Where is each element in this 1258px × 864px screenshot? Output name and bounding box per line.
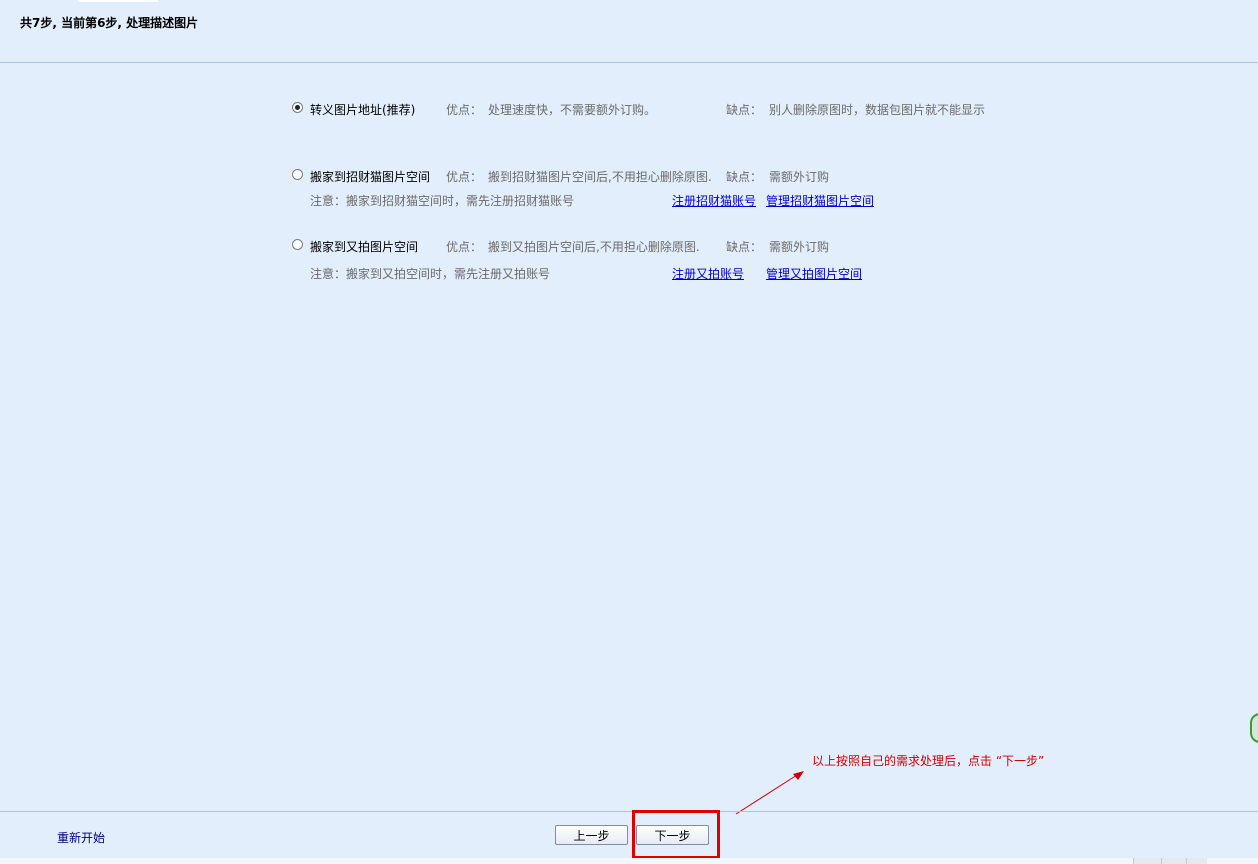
status-bar <box>0 858 1258 864</box>
status-cell <box>1186 858 1207 864</box>
restart-link[interactable]: 重新开始 <box>57 829 105 846</box>
annotation-arrow-icon <box>735 771 804 815</box>
next-button-highlight <box>632 810 720 859</box>
wizard-page: 共7步, 当前第6步, 处理描述图片 转义图片地址(推荐) 优点： 处理速度快，… <box>0 0 1258 864</box>
prev-step-button[interactable]: 上一步 <box>555 825 628 845</box>
side-float-handle[interactable] <box>1250 713 1258 743</box>
status-cell <box>1161 858 1187 864</box>
status-cell <box>1133 858 1162 864</box>
footer-divider <box>0 811 1258 812</box>
